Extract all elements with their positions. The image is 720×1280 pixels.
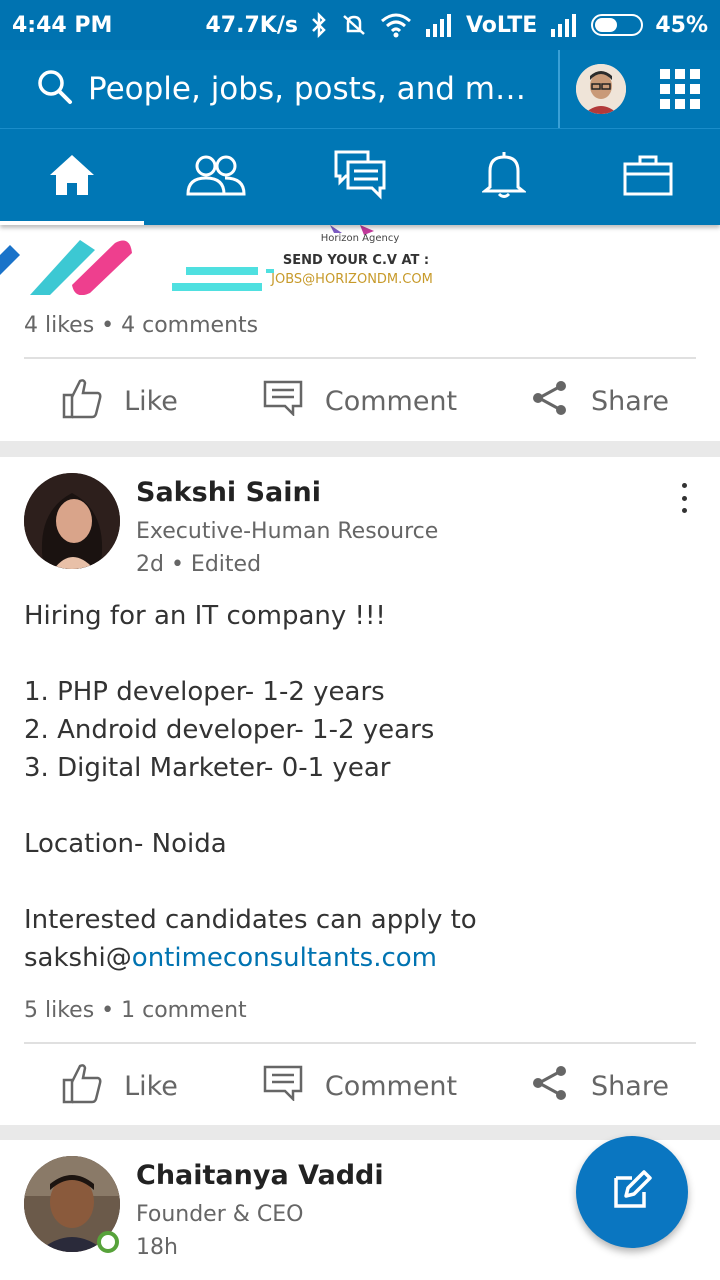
share-label: Share: [591, 1070, 669, 1102]
tab-jobs[interactable]: [576, 129, 720, 225]
post-timestamp: 18h: [136, 1235, 178, 1260]
comment-icon: [263, 380, 303, 423]
apps-grid-icon[interactable]: [660, 69, 700, 109]
feed-card: Horizon Agency SEND YOUR C.V AT : JOBS@H…: [0, 225, 720, 441]
comment-icon: [263, 1065, 303, 1108]
network-type: VoLTE: [465, 12, 538, 38]
compose-post-button[interactable]: [576, 1136, 688, 1248]
battery-icon: [591, 14, 644, 36]
like-label: Like: [124, 385, 178, 417]
tab-messaging[interactable]: [288, 129, 432, 225]
edit-icon: [612, 1170, 652, 1214]
comment-button[interactable]: Comment: [240, 1065, 480, 1108]
feed-card: Sakshi Saini Executive-Human Resource 2d…: [0, 457, 720, 1125]
divider: [24, 357, 696, 359]
email-line: sakshi@ontimeconsultants.com: [24, 939, 694, 977]
feed: Horizon Agency SEND YOUR C.V AT : JOBS@H…: [0, 225, 720, 1280]
search-input[interactable]: People, jobs, posts, and more…: [0, 50, 560, 128]
signal-icon-2: [549, 13, 579, 37]
share-icon: [531, 1064, 569, 1109]
social-counts[interactable]: 4 likes • 4 comments: [24, 313, 258, 338]
author-headline: Executive-Human Resource: [136, 519, 439, 544]
home-icon: [48, 153, 96, 201]
post-line: 1. PHP developer- 1-2 years: [24, 677, 385, 707]
post-body: Hiring for an IT company !!! 1. PHP deve…: [24, 597, 694, 977]
comment-button[interactable]: Comment: [240, 380, 480, 423]
comment-label: Comment: [324, 1070, 458, 1102]
more-options-icon[interactable]: [674, 483, 694, 513]
author-name[interactable]: Chaitanya Vaddi: [136, 1160, 384, 1191]
wifi-icon: [380, 12, 412, 38]
status-time: 4:44 PM: [12, 12, 113, 38]
like-button[interactable]: Like: [0, 1062, 240, 1111]
profile-avatar[interactable]: [576, 64, 626, 114]
status-bar: 4:44 PM 47.7K/s VoLTE 45%: [0, 0, 720, 50]
post-actions: Like Comment Share: [0, 361, 720, 441]
bottom-nav: [0, 129, 720, 225]
thumbs-up-icon: [62, 1062, 102, 1111]
post-line: Interested candidates can apply to: [24, 905, 477, 935]
bell-icon: [480, 151, 528, 203]
tab-my-network[interactable]: [144, 129, 288, 225]
share-button[interactable]: Share: [480, 379, 720, 424]
banner-line-2: JOBS@HORIZONDM.COM: [271, 272, 433, 287]
author-name[interactable]: Sakshi Saini: [136, 477, 321, 508]
tab-home[interactable]: [0, 129, 144, 225]
share-button[interactable]: Share: [480, 1064, 720, 1109]
briefcase-icon: [623, 154, 673, 200]
network-speed: 47.7K/s: [205, 12, 298, 38]
search-bar: People, jobs, posts, and more…: [0, 50, 720, 129]
share-icon: [531, 379, 569, 424]
post-actions: Like Comment Share: [0, 1046, 720, 1126]
post-timestamp: 2d • Edited: [136, 552, 262, 577]
banner-line-1: SEND YOUR C.V AT :: [282, 253, 430, 268]
search-placeholder: People, jobs, posts, and more…: [88, 71, 538, 107]
author-avatar[interactable]: [24, 473, 120, 569]
signal-icon: [424, 13, 454, 37]
post-line: [24, 787, 694, 825]
post-line: [24, 635, 694, 673]
social-counts[interactable]: 5 likes • 1 comment: [24, 998, 247, 1023]
messages-icon: [334, 150, 386, 204]
like-label: Like: [124, 1070, 178, 1102]
divider: [24, 1042, 696, 1044]
online-status-badge: [97, 1231, 119, 1253]
email-link[interactable]: ontimeconsultants.com: [132, 943, 437, 973]
post-line: [24, 863, 694, 901]
battery-level: 45%: [655, 12, 708, 38]
comment-label: Comment: [324, 385, 458, 417]
post-line: Location- Noida: [24, 829, 227, 859]
tab-notifications[interactable]: [432, 129, 576, 225]
thumbs-up-icon: [62, 377, 102, 426]
agency-label: Horizon Agency: [320, 233, 400, 244]
search-icon: [36, 68, 74, 110]
people-icon: [185, 154, 247, 200]
email-prefix: sakshi@: [24, 943, 132, 973]
like-button[interactable]: Like: [0, 377, 240, 426]
author-headline: Founder & CEO: [136, 1202, 304, 1227]
post-line: Hiring for an IT company !!!: [24, 601, 386, 631]
post-line: 2. Android developer- 1-2 years: [24, 715, 435, 745]
mute-icon: [340, 12, 368, 38]
share-label: Share: [591, 385, 669, 417]
bluetooth-icon: [310, 12, 328, 38]
post-line: 3. Digital Marketer- 0-1 year: [24, 753, 391, 783]
